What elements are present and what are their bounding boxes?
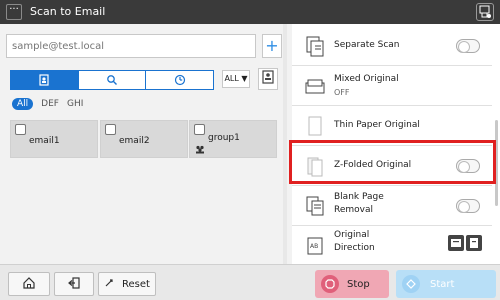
direction-status [448, 235, 482, 251]
stop-button[interactable]: Stop [315, 270, 389, 298]
svg-text:AB: AB [310, 243, 318, 250]
option-separate-scan[interactable]: Separate Scan [292, 26, 492, 66]
address-book-icon [38, 71, 50, 90]
logout-button[interactable] [54, 272, 94, 296]
option-status: OFF [334, 88, 350, 97]
option-label: Thin Paper Original [334, 120, 420, 130]
checkbox[interactable] [194, 124, 205, 135]
tab-history[interactable] [146, 71, 213, 89]
direction-portrait-icon [466, 235, 482, 251]
thin-paper-icon [304, 114, 326, 138]
option-label: Separate Scan [334, 40, 400, 50]
mixed-original-icon [304, 74, 326, 98]
reset-label: Reset [122, 278, 150, 290]
selection-highlight-frame [289, 140, 496, 184]
sort-dropdown[interactable]: ALL ▼ [222, 70, 250, 88]
search-icon [106, 71, 118, 90]
page-title: Scan to Email [30, 5, 106, 18]
filter-ghi[interactable]: GHI [67, 99, 83, 109]
blank-page-removal-icon [304, 194, 326, 218]
original-direction-icon: AB [304, 234, 326, 258]
bottom-bar: Reset Stop Start [0, 264, 500, 300]
stop-icon [321, 275, 339, 293]
option-label-line2: Direction [334, 243, 375, 253]
destination-pane: + ALL ▼ All DEF GHI email1 [0, 24, 287, 264]
title-bar: ··· Scan to Email [0, 0, 500, 24]
device-status-icon[interactable] [476, 3, 494, 21]
separate-scan-icon [304, 34, 326, 58]
group-icon [195, 145, 205, 157]
option-label: Original [334, 230, 370, 240]
destination-card-email1[interactable]: email1 [10, 120, 98, 158]
option-blank-page-removal[interactable]: Blank Page Removal [292, 186, 492, 226]
stop-label: Stop [347, 278, 370, 290]
address-input[interactable] [6, 34, 256, 58]
history-clock-icon [174, 71, 186, 90]
search-tabs [10, 70, 214, 90]
destination-card-group1[interactable]: group1 [189, 120, 277, 158]
home-icon [22, 276, 36, 293]
option-label: Blank Page [334, 192, 384, 202]
menu-button[interactable]: ··· [6, 4, 22, 20]
option-label: Mixed Original [334, 74, 399, 84]
tab-address-book[interactable] [11, 71, 79, 89]
tab-search[interactable] [79, 71, 147, 89]
checkbox[interactable] [15, 124, 26, 135]
option-label-line2: Removal [334, 205, 374, 215]
filter-def[interactable]: DEF [41, 99, 59, 109]
detail-view-button[interactable] [258, 68, 278, 90]
blank-page-removal-toggle[interactable] [456, 199, 480, 213]
destination-card-email2[interactable]: email2 [100, 120, 188, 158]
left-scrollbar[interactable] [283, 24, 287, 264]
reset-icon [104, 278, 114, 291]
destination-label: group1 [208, 133, 240, 143]
destination-label: email1 [29, 136, 60, 146]
start-label: Start [430, 278, 455, 290]
reset-button[interactable]: Reset [98, 272, 156, 296]
direction-landscape-icon [448, 235, 464, 251]
checkbox[interactable] [105, 124, 116, 135]
home-button[interactable] [8, 272, 50, 296]
option-original-direction[interactable]: AB Original Direction [292, 226, 492, 266]
separate-scan-toggle[interactable] [456, 39, 480, 53]
start-icon [402, 275, 420, 293]
address-detail-icon [261, 69, 275, 89]
index-filters: All DEF GHI [12, 98, 83, 110]
start-button[interactable]: Start [396, 270, 496, 298]
logout-icon [67, 276, 81, 293]
destination-label: email2 [119, 136, 150, 146]
add-address-button[interactable]: + [262, 34, 282, 58]
option-mixed-original[interactable]: Mixed Original OFF [292, 66, 492, 106]
filter-all[interactable]: All [12, 98, 34, 110]
